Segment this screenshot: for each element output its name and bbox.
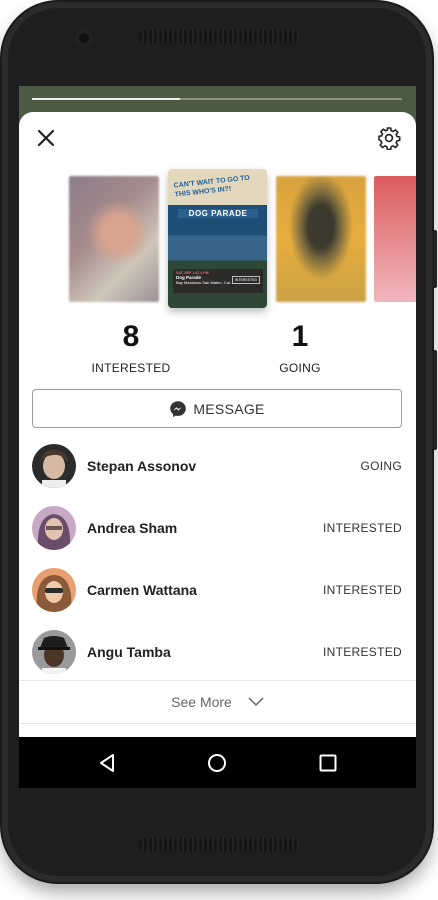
- close-icon: [37, 129, 55, 147]
- avatar: [32, 506, 76, 550]
- interested-label: INTERESTED: [91, 361, 171, 375]
- attendee-status: INTERESTED: [322, 583, 402, 597]
- poster-title: DOG PARADE: [178, 209, 258, 218]
- settings-button[interactable]: [373, 122, 405, 154]
- poster-headline: CAN'T WAIT TO GO TO THIS WHO'S IN?!: [173, 174, 251, 199]
- interested-count: 8: [122, 320, 140, 353]
- recents-icon: [319, 754, 337, 772]
- attendee-name: Carmen Wattana: [87, 582, 197, 598]
- message-button-label: MESSAGE: [193, 400, 265, 417]
- home-icon: [208, 754, 226, 772]
- story-progress-bar: [32, 98, 402, 100]
- story-thumbnail[interactable]: [276, 176, 366, 302]
- event-guest-sheet: CAN'T WAIT TO GO TO THIS WHO'S IN?! DOG …: [19, 112, 416, 737]
- message-button[interactable]: MESSAGE: [32, 389, 402, 428]
- story-thumbnail[interactable]: [374, 176, 416, 302]
- going-label: GOING: [279, 361, 321, 375]
- story-progress-fill: [32, 98, 180, 100]
- see-more-label: See More: [171, 694, 232, 710]
- attendee-name: Andrea Sham: [87, 520, 178, 536]
- home-button[interactable]: [203, 749, 231, 777]
- avatar: [32, 444, 76, 488]
- attendee-row[interactable]: Angu Tamba INTERESTED: [19, 621, 416, 683]
- attendee-status: GOING: [360, 459, 402, 473]
- poster-card-button: INTERESTED: [231, 276, 260, 284]
- attendee-status: INTERESTED: [322, 645, 402, 659]
- volume-button: [432, 350, 437, 450]
- attendee-name: Angu Tamba: [87, 644, 171, 660]
- back-icon: [100, 754, 114, 772]
- attendee-row[interactable]: Stepan Assonov GOING: [19, 435, 416, 497]
- avatar: [32, 568, 76, 612]
- top-speaker: [139, 30, 299, 44]
- power-button: [432, 230, 437, 288]
- see-more-button[interactable]: See More: [19, 680, 416, 724]
- attendee-row[interactable]: Carmen Wattana INTERESTED: [19, 559, 416, 621]
- chevron-down-icon: [248, 697, 264, 707]
- story-thumbnail-active[interactable]: CAN'T WAIT TO GO TO THIS WHO'S IN?! DOG …: [168, 169, 267, 308]
- android-navigation-bar: [19, 737, 416, 788]
- back-button[interactable]: [93, 749, 121, 777]
- going-count: 1: [291, 320, 309, 353]
- gear-icon: [378, 127, 401, 150]
- avatar: [32, 630, 76, 674]
- recents-button[interactable]: [314, 749, 342, 777]
- screen: CAN'T WAIT TO GO TO THIS WHO'S IN?! DOG …: [19, 86, 416, 788]
- poster-event-card: SAT, SEP 1 AT 4 PM Dog Parade Bay Meadow…: [173, 269, 263, 293]
- messenger-icon: [170, 400, 187, 417]
- story-thumbnail[interactable]: [69, 176, 159, 302]
- attendee-row[interactable]: Andrea Sham INTERESTED: [19, 497, 416, 559]
- attendee-status: INTERESTED: [322, 521, 402, 535]
- attendee-name: Stepan Assonov: [87, 458, 197, 474]
- front-camera: [75, 29, 93, 47]
- close-button[interactable]: [30, 122, 62, 154]
- bottom-speaker: [139, 838, 299, 852]
